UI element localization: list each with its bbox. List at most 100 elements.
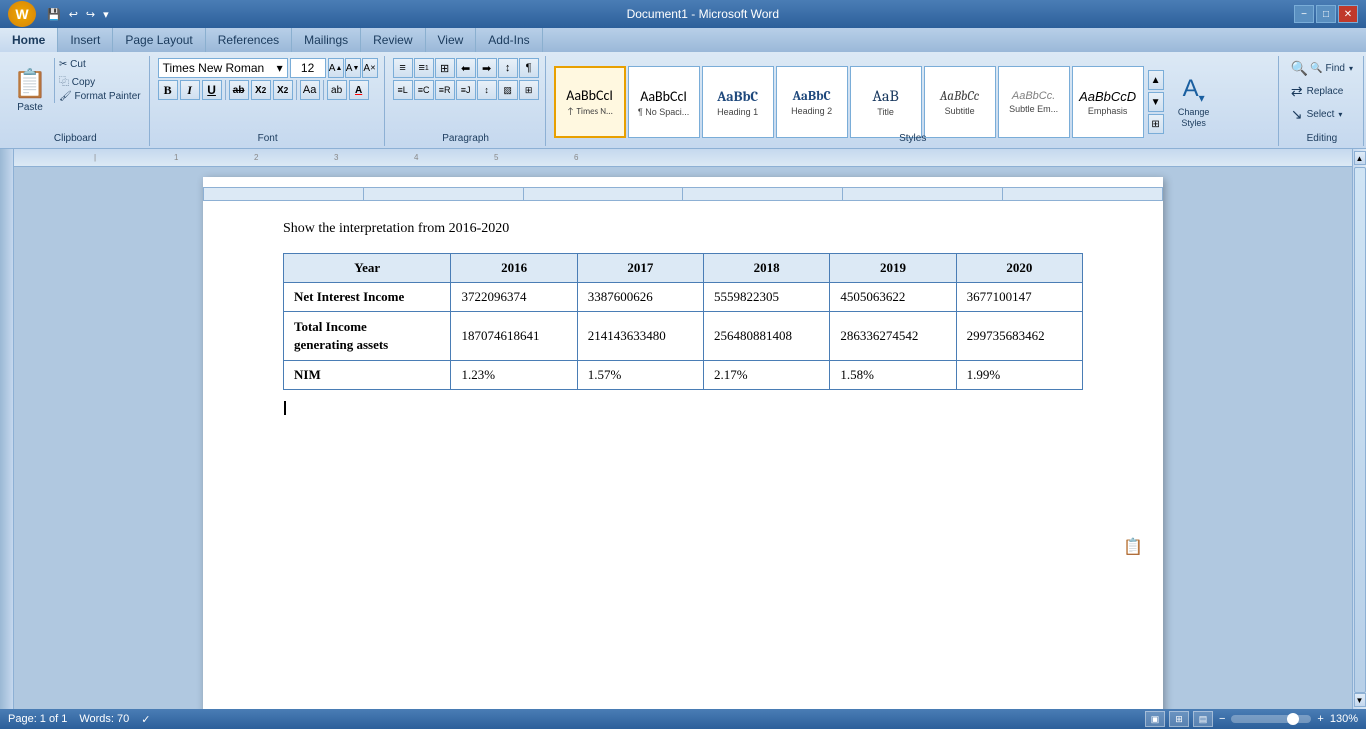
style-subtitle-preview: AaBbCc [940,89,979,104]
bold-button[interactable]: B [158,80,178,100]
tab-addins[interactable]: Add-Ins [476,28,542,52]
cursor-position[interactable] [283,400,1083,416]
view-normal-btn[interactable]: ▣ [1145,711,1165,727]
clipboard-label: Clipboard [2,133,149,144]
font-grow-button[interactable]: A▲ [328,58,344,78]
scroll-up-btn[interactable]: ▲ [1354,151,1366,165]
zoom-minus-btn[interactable]: − [1217,713,1227,725]
save-quickaccess-btn[interactable]: 💾 [44,7,64,22]
view-fullscreen-btn[interactable]: ⊞ [1169,711,1189,727]
replace-button[interactable]: ⇄ Replace [1287,81,1357,102]
font-name-selector[interactable]: Times New Roman ▾ [158,58,288,78]
quickaccess-arrow[interactable]: ▾ [100,7,112,22]
subscript-button[interactable]: X2 [251,80,271,100]
show-hide-button[interactable]: ¶ [519,58,539,78]
superscript-button[interactable]: X2 [273,80,293,100]
vertical-scrollbar[interactable]: ▲ ▼ [1352,149,1366,709]
style-heading2-preview: AaBbC [793,89,831,104]
scroll-thumb[interactable] [1354,167,1366,693]
change-case-button[interactable]: Aa [300,80,320,100]
horizontal-ruler: | 1 2 3 4 5 6 [14,149,1352,167]
table-cell-nii-label: Net Interest Income [284,283,451,312]
style-heading1-preview: AaBbC [717,88,758,105]
office-button[interactable]: W [8,1,36,27]
table-cell-nii-2018: 5559822305 [704,283,830,312]
clear-formatting-button[interactable]: A✕ [362,58,378,78]
redo-btn[interactable]: ↪ [83,7,98,22]
quick-access-toolbar: 💾 ↩ ↪ ▾ [44,7,112,22]
maximize-btn[interactable]: □ [1316,5,1336,23]
underline-button[interactable]: U [202,80,222,100]
find-arrow: ▾ [1349,64,1353,73]
line-spacing-button[interactable]: ↕ [477,80,497,100]
bullets-button[interactable]: ≡ [393,58,413,78]
justify-button[interactable]: ≡J [456,80,476,100]
increase-indent-button[interactable]: ➡ [477,58,497,78]
highlight-button[interactable]: ab [327,80,347,100]
style-heading2[interactable]: AaBbC Heading 2 [776,66,848,138]
table-row: Net Interest Income 3722096374 338760062… [284,283,1083,312]
view-layout-btn[interactable]: ▤ [1193,711,1213,727]
cut-button[interactable]: ✂ Cut [57,58,143,71]
styles-label: Styles [548,133,1278,144]
change-styles-button[interactable]: A▾ ChangeStyles [1166,66,1222,138]
style-emphasis[interactable]: AaBbCcD Emphasis [1072,66,1144,138]
scroll-down-btn[interactable]: ▼ [1354,693,1366,707]
document-area: | 1 2 3 4 5 6 Show the interpretation fr… [0,149,1366,709]
font-shrink-button[interactable]: A▼ [345,58,361,78]
style-title[interactable]: AaB Title [850,66,922,138]
zoom-area: − + 130% [1217,713,1358,725]
multilevel-button[interactable]: ⊞ [435,58,455,78]
tab-review[interactable]: Review [361,28,425,52]
style-subtitle[interactable]: AaBbCc Subtitle [924,66,996,138]
paste-area: 📋 Paste [8,58,52,122]
table-header-2016: 2016 [451,254,577,283]
tab-page-layout[interactable]: Page Layout [113,28,205,52]
style-heading1[interactable]: AaBbC Heading 1 [702,66,774,138]
tab-references[interactable]: References [206,28,292,52]
styles-expand-btn[interactable]: ⊞ [1148,114,1164,134]
ruler-mark-4: 3 [334,153,338,162]
proofing-indicator[interactable]: ✓ [141,713,150,726]
align-right-button[interactable]: ≡R [435,80,455,100]
replace-label: Replace [1307,86,1344,97]
style-emphasis-label: Emphasis [1088,106,1128,116]
align-center-button[interactable]: ≡C [414,80,434,100]
style-no-spacing[interactable]: AaBbCcI ¶ No Spaci... [628,66,700,138]
styles-down-btn[interactable]: ▼ [1148,92,1164,112]
ruler-mark-1: | [94,153,96,162]
paste-smart-tag[interactable]: 📋 [1123,537,1143,557]
tab-view[interactable]: View [426,28,477,52]
tab-home[interactable]: Home [0,28,58,52]
align-left-button[interactable]: ≡L [393,80,413,100]
close-btn[interactable]: ✕ [1338,5,1358,23]
zoom-slider[interactable] [1231,715,1311,723]
document-scroll-area[interactable]: Show the interpretation from 2016-2020 Y… [14,167,1352,709]
font-color-button[interactable]: A [349,80,369,100]
minimize-btn[interactable]: − [1294,5,1314,23]
numbering-button[interactable]: ≡1 [414,58,434,78]
table-header-2018: 2018 [704,254,830,283]
style-normal[interactable]: AaBbCcI ↑ Times N... [554,66,626,138]
font-size-box[interactable]: 12 [290,58,326,78]
decrease-indent-button[interactable]: ⬅ [456,58,476,78]
zoom-thumb [1287,713,1299,725]
italic-button[interactable]: I [180,80,200,100]
strikethrough-button[interactable]: ab [229,80,249,100]
styles-up-btn[interactable]: ▲ [1148,70,1164,90]
table-cell-tiga-2019: 286336274542 [830,312,956,361]
zoom-plus-btn[interactable]: + [1315,713,1325,725]
copy-button[interactable]: ⿻ Copy [57,72,143,89]
tab-insert[interactable]: Insert [58,28,113,52]
borders-button[interactable]: ⊞ [519,80,539,100]
undo-btn[interactable]: ↩ [66,7,81,22]
find-button[interactable]: 🔍 🔍 Find ▾ [1287,58,1357,79]
sort-button[interactable]: ↕ [498,58,518,78]
format-painter-button[interactable]: 🖌 Format Painter [57,90,143,103]
tab-mailings[interactable]: Mailings [292,28,361,52]
ruler-mark-3: 2 [254,153,258,162]
select-button[interactable]: ↘ Select ▾ [1287,104,1357,125]
shading-button[interactable]: ▧ [498,80,518,100]
style-subtle-em[interactable]: AaBbCc. Subtle Em... [998,66,1070,138]
paste-button[interactable]: 📋 Paste [8,58,52,122]
